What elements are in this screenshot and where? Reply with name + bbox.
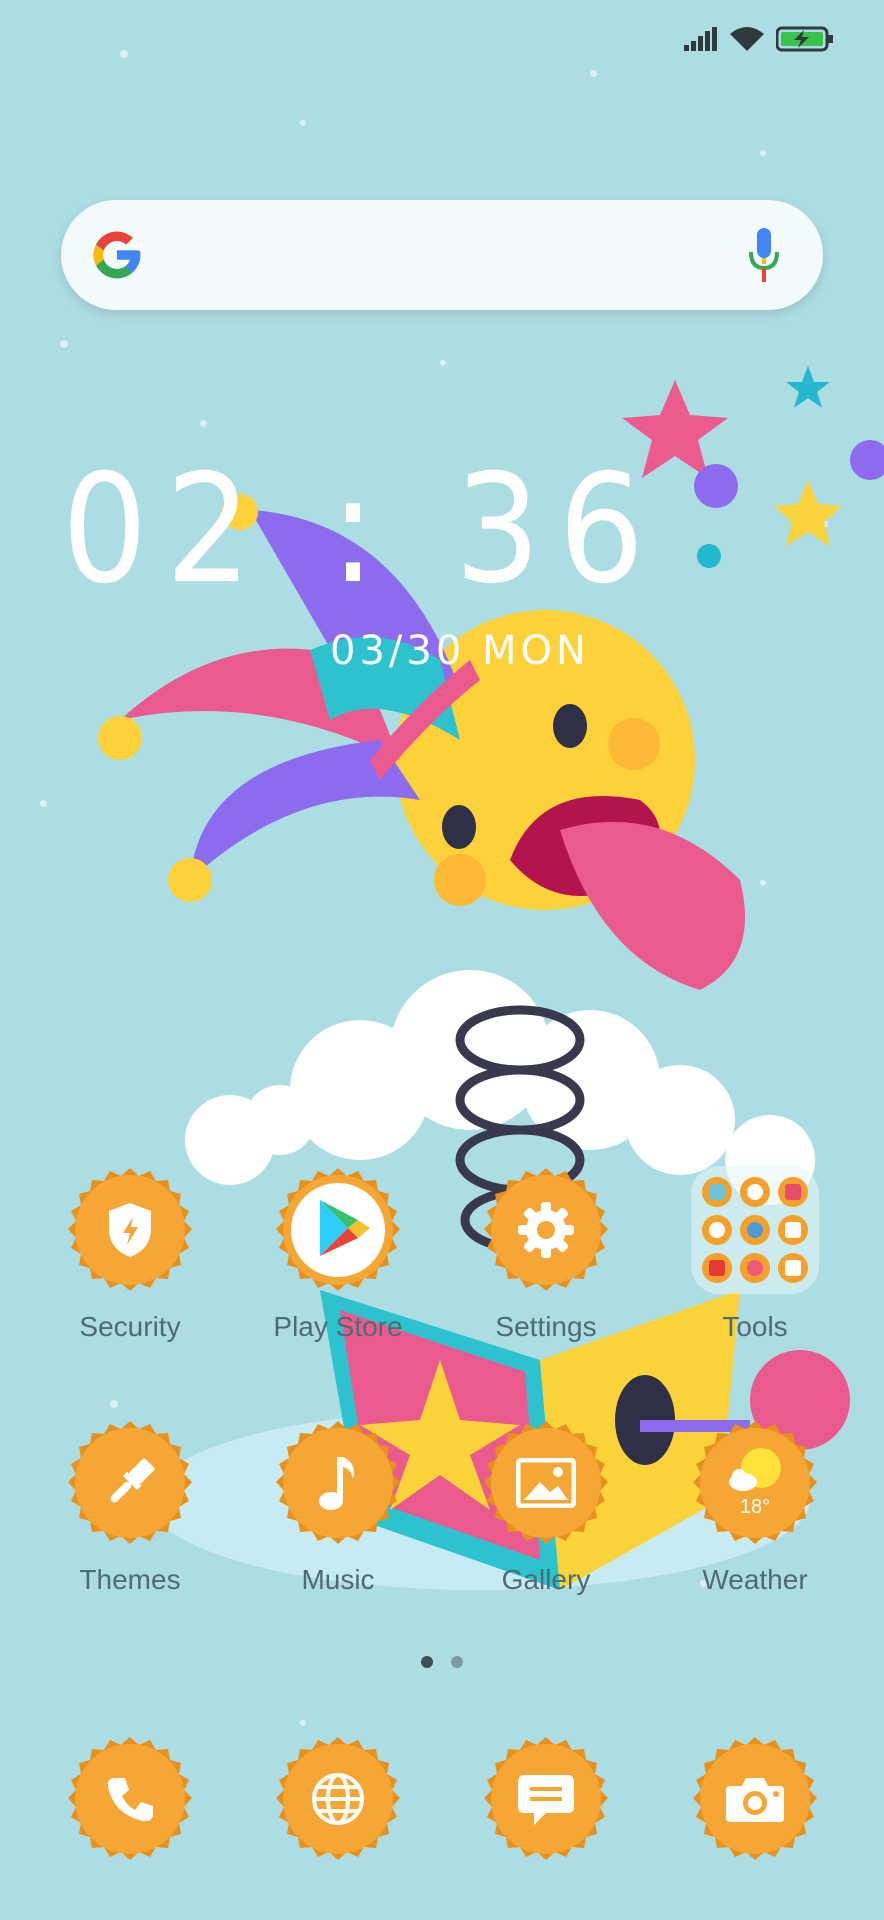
app-play-store[interactable]: Play Store: [253, 1163, 423, 1343]
app-label: Security: [79, 1311, 181, 1342]
app-folder-tools[interactable]: Tools: [670, 1163, 840, 1343]
battery-charging-icon: [776, 26, 833, 52]
clock-time[interactable]: 02 : 36: [0, 455, 804, 605]
wifi-icon: [730, 27, 764, 51]
mic-icon[interactable]: [747, 228, 781, 284]
weather-icon: [729, 1447, 781, 1491]
app-themes[interactable]: Themes: [45, 1416, 215, 1596]
google-logo: [93, 231, 141, 279]
page-dot[interactable]: [451, 1656, 463, 1668]
app-weather[interactable]: 18° Weather: [670, 1416, 840, 1596]
app-label: Play Store: [273, 1311, 403, 1342]
phone-icon: [107, 1778, 153, 1822]
app-label: Gallery: [501, 1564, 591, 1595]
app-music[interactable]: Music: [253, 1416, 423, 1596]
dock-messages[interactable]: [461, 1732, 631, 1866]
app-gallery[interactable]: Gallery: [461, 1416, 631, 1596]
brush-icon: [110, 1458, 155, 1503]
camera-icon: [726, 1778, 784, 1822]
clock-date: 03/30 MON: [330, 628, 590, 674]
message-icon: [518, 1775, 574, 1825]
play-store-icon: [291, 1183, 385, 1277]
app-label: Weather: [702, 1564, 808, 1595]
weather-temp: 18°: [739, 1495, 771, 1518]
page-indicator[interactable]: [0, 1656, 884, 1668]
app-security[interactable]: Security: [45, 1163, 215, 1343]
gear-icon: [518, 1202, 574, 1258]
image-icon: [516, 1458, 576, 1508]
music-note-icon: [319, 1457, 354, 1510]
folder-icon: [691, 1166, 819, 1294]
dock-phone[interactable]: [45, 1732, 215, 1866]
app-settings[interactable]: Settings: [461, 1163, 631, 1343]
google-search-bar[interactable]: [61, 200, 823, 310]
status-bar: [684, 26, 834, 52]
dock-browser[interactable]: [253, 1732, 423, 1866]
page-dot-active[interactable]: [421, 1656, 433, 1668]
app-label: Tools: [722, 1311, 788, 1342]
signal-icon: [684, 27, 717, 51]
app-label: Music: [301, 1564, 375, 1595]
globe-icon: [312, 1773, 364, 1825]
app-label: Settings: [495, 1311, 597, 1342]
shield-icon: [109, 1203, 151, 1257]
app-label: Themes: [79, 1564, 181, 1595]
dock-camera[interactable]: [670, 1732, 840, 1866]
